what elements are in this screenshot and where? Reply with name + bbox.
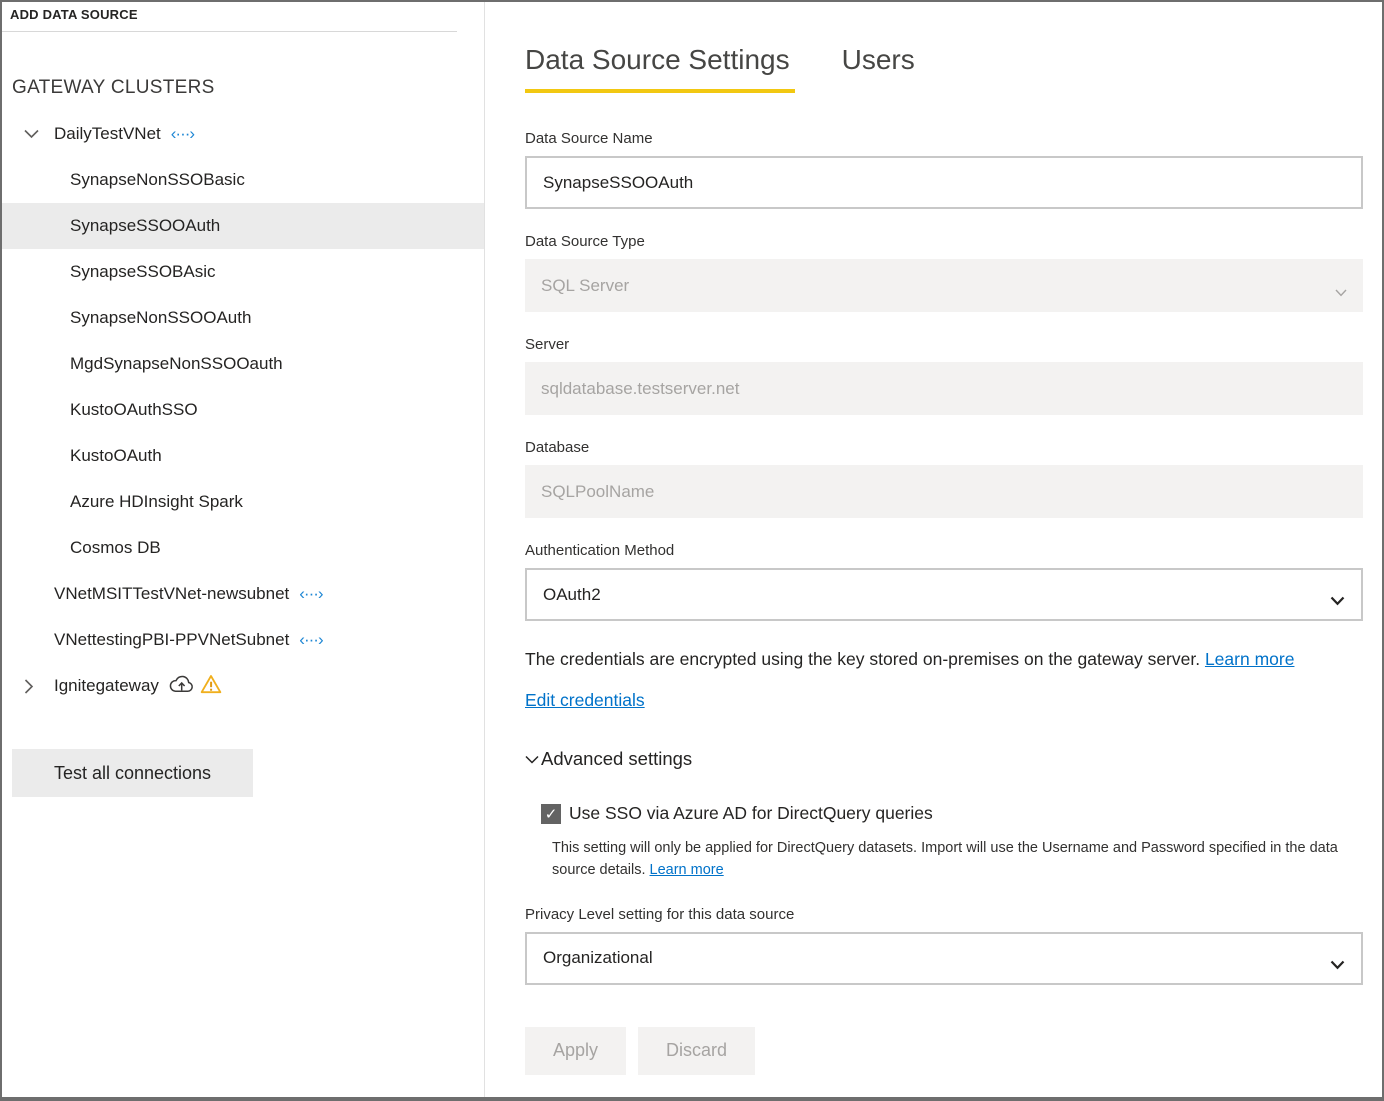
chevron-down-icon[interactable]	[24, 129, 54, 139]
chevron-right-icon[interactable]	[24, 679, 54, 694]
authentication-method-value: OAuth2	[543, 585, 601, 605]
advanced-settings-toggle[interactable]: Advanced settings	[525, 748, 1363, 770]
vnet-link-icon: ‹···›	[299, 630, 322, 650]
add-data-source-button[interactable]: ADD DATA SOURCE	[2, 2, 484, 22]
credentials-note-text: The credentials are encrypted using the …	[525, 649, 1205, 669]
datasource-item[interactable]: MgdSynapseNonSSOOauth	[2, 341, 484, 387]
datasource-label: Azure HDInsight Spark	[70, 492, 243, 512]
credentials-learn-more-link[interactable]: Learn more	[1205, 649, 1295, 669]
datasource-label: SynapseNonSSOBasic	[70, 170, 245, 190]
data-source-type-select: SQL Server	[525, 259, 1363, 312]
chevron-down-icon	[1330, 591, 1345, 611]
datasource-label: SynapseSSOOAuth	[70, 216, 220, 236]
vnet-link-icon: ‹···›	[171, 124, 194, 144]
form-actions: Apply Discard	[525, 1027, 1363, 1075]
sidebar: ADD DATA SOURCE GATEWAY CLUSTERS DailyTe…	[2, 2, 485, 1097]
datasource-item[interactable]: SynapseSSOBAsic	[2, 249, 484, 295]
server-label: Server	[525, 336, 1363, 353]
datasource-label: SynapseNonSSOOAuth	[70, 308, 251, 328]
authentication-method-select[interactable]: OAuth2	[525, 568, 1363, 621]
data-source-type-label: Data Source Type	[525, 233, 1363, 250]
vnet-link-icon: ‹···›	[299, 584, 322, 604]
sso-checkbox-label: Use SSO via Azure AD for DirectQuery que…	[569, 803, 933, 824]
divider	[2, 31, 457, 32]
cluster-label: Ignitegateway	[54, 676, 159, 696]
sso-checkbox-row[interactable]: ✓ Use SSO via Azure AD for DirectQuery q…	[541, 803, 1363, 824]
tab-data-source-settings[interactable]: Data Source Settings	[525, 44, 795, 93]
datasource-label: KustoOAuthSSO	[70, 400, 198, 420]
datasource-item[interactable]: Cosmos DB	[2, 525, 484, 571]
data-source-name-label: Data Source Name	[525, 130, 1363, 147]
datasource-item-selected[interactable]: SynapseSSOOAuth	[2, 203, 484, 249]
authentication-method-label: Authentication Method	[525, 542, 1363, 559]
sso-checkbox[interactable]: ✓	[541, 804, 561, 824]
sso-note-learn-more-link[interactable]: Learn more	[650, 862, 724, 878]
advanced-settings-label: Advanced settings	[541, 748, 692, 770]
apply-button[interactable]: Apply	[525, 1027, 626, 1075]
datasource-item[interactable]: SynapseNonSSOOAuth	[2, 295, 484, 341]
datasource-label: KustoOAuth	[70, 446, 162, 466]
cluster-vnetmsittestvnet[interactable]: VNetMSITTestVNet-newsubnet ‹···›	[2, 571, 484, 617]
warning-icon	[200, 674, 222, 699]
cluster-label: VNetMSITTestVNet-newsubnet	[54, 584, 289, 604]
edit-credentials-link[interactable]: Edit credentials	[525, 690, 645, 711]
tab-bar: Data Source Settings Users	[525, 44, 1382, 93]
data-source-type-value: SQL Server	[541, 276, 629, 296]
datasource-item[interactable]: KustoOAuth	[2, 433, 484, 479]
sso-note: This setting will only be applied for Di…	[552, 837, 1382, 882]
credentials-note: The credentials are encrypted using the …	[525, 649, 1363, 670]
chevron-down-icon	[1335, 282, 1347, 302]
datasource-item[interactable]: KustoOAuthSSO	[2, 387, 484, 433]
server-input	[525, 362, 1363, 415]
cloud-upload-icon	[169, 675, 194, 698]
gateway-settings-window: ADD DATA SOURCE GATEWAY CLUSTERS DailyTe…	[0, 0, 1384, 1101]
privacy-level-select[interactable]: Organizational	[525, 932, 1363, 985]
data-source-form: Data Source Name Data Source Type SQL Se…	[525, 130, 1363, 1075]
database-label: Database	[525, 439, 1363, 456]
database-input	[525, 465, 1363, 518]
cluster-ignitegateway[interactable]: Ignitegateway	[2, 663, 484, 709]
privacy-level-value: Organizational	[543, 948, 653, 968]
datasource-label: SynapseSSOBAsic	[70, 262, 216, 282]
chevron-down-icon	[525, 755, 539, 764]
cluster-vnettestingpbi[interactable]: VNettestingPBI-PPVNetSubnet ‹···›	[2, 617, 484, 663]
cluster-label: DailyTestVNet	[54, 124, 161, 144]
privacy-level-label: Privacy Level setting for this data sour…	[525, 906, 1363, 923]
cluster-dailytestvnet[interactable]: DailyTestVNet ‹···›	[2, 111, 484, 157]
discard-button[interactable]: Discard	[638, 1027, 755, 1075]
datasource-label: Cosmos DB	[70, 538, 161, 558]
chevron-down-icon	[1330, 955, 1345, 975]
data-source-name-input[interactable]	[525, 156, 1363, 209]
tab-users[interactable]: Users	[842, 44, 920, 93]
main-panel: Data Source Settings Users Data Source N…	[485, 2, 1382, 1097]
gateway-clusters-heading: GATEWAY CLUSTERS	[12, 77, 484, 99]
test-all-connections-button[interactable]: Test all connections	[12, 749, 253, 797]
cluster-label: VNettestingPBI-PPVNetSubnet	[54, 630, 289, 650]
datasource-item[interactable]: SynapseNonSSOBasic	[2, 157, 484, 203]
datasource-label: MgdSynapseNonSSOOauth	[70, 354, 283, 374]
datasource-item[interactable]: Azure HDInsight Spark	[2, 479, 484, 525]
